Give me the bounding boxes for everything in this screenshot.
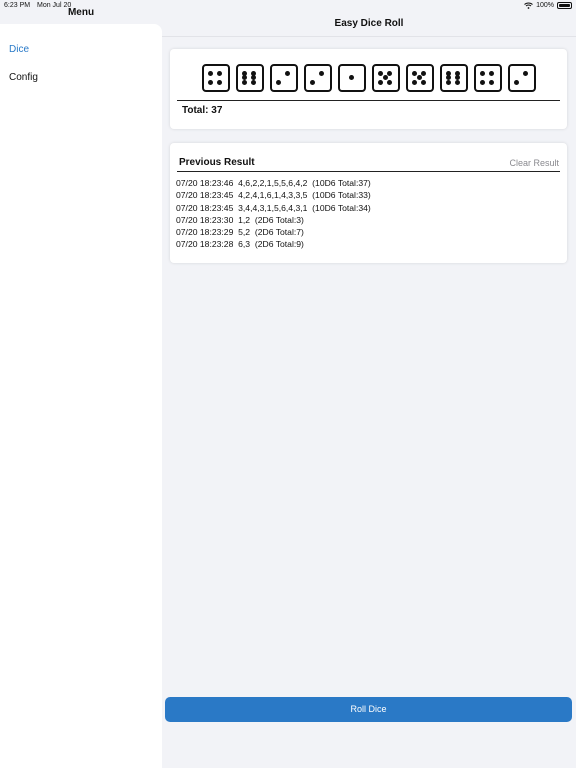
die-pip [412, 79, 417, 85]
sidebar: Menu Dice Config [0, 7, 162, 768]
die-pip [217, 79, 222, 85]
die-pip [208, 79, 213, 85]
die-pip [489, 70, 494, 76]
die-pip [446, 79, 451, 85]
battery-icon [557, 2, 572, 9]
sidebar-title: Menu [67, 7, 95, 18]
dice-card: Total: 37 [170, 49, 567, 129]
dice-row [170, 64, 567, 92]
die-pip [421, 70, 426, 76]
die-pip [387, 79, 392, 85]
battery-percent: 100% [536, 2, 554, 9]
die-pip [514, 79, 519, 85]
wifi-icon [524, 2, 533, 9]
die-pip [480, 79, 485, 85]
die-icon [473, 64, 502, 92]
die-icon [439, 64, 468, 92]
die-pip [382, 75, 388, 80]
history-entry: 07/20 18:23:29 5,2 (2D6 Total:7) [176, 227, 304, 238]
die-pip [208, 70, 213, 76]
die-icon [201, 64, 230, 92]
history-list: 07/20 18:23:46 4,6,2,2,1,5,5,6,4,2 (10D6… [176, 177, 371, 251]
history-divider [177, 171, 560, 172]
roll-dice-button[interactable]: Roll Dice [165, 697, 572, 722]
die-pip [421, 79, 426, 85]
die-icon [507, 64, 536, 92]
page-title: Easy Dice Roll [334, 18, 404, 29]
die-pip [416, 75, 422, 80]
die-pip [310, 79, 315, 85]
total-label: Total: 37 [182, 105, 223, 116]
die-icon [405, 64, 434, 92]
history-entry: 07/20 18:23:30 1,2 (2D6 Total:3) [176, 214, 304, 225]
die-pip [276, 79, 281, 85]
die-pip [217, 70, 222, 76]
die-icon [269, 64, 298, 92]
die-pip [489, 79, 494, 85]
die-pip [480, 70, 485, 76]
status-right: 100% [524, 0, 572, 11]
history-title: Previous Result [179, 157, 255, 168]
history-entry: 07/20 18:23:46 4,6,2,2,1,5,5,6,4,2 (10D6… [176, 178, 371, 188]
die-icon [303, 64, 332, 92]
dice-divider [177, 100, 560, 101]
die-icon [235, 64, 264, 92]
die-pip [378, 79, 383, 85]
die-icon [337, 64, 366, 92]
history-entry: 07/20 18:23:28 6,3 (2D6 Total:9) [176, 239, 304, 250]
die-pip [378, 70, 383, 76]
die-pip [348, 75, 354, 80]
sidebar-item-label: Dice [9, 44, 30, 55]
die-pip [285, 70, 290, 76]
clear-result-button[interactable]: Clear Result [509, 157, 559, 169]
history-entry: 07/20 18:23:45 4,2,4,1,6,1,4,3,3,5 (10D6… [176, 190, 371, 201]
history-card: Previous Result Clear Result 07/20 18:23… [170, 143, 567, 263]
die-icon [371, 64, 400, 92]
sidebar-item-dice[interactable]: Dice [9, 44, 29, 56]
history-entry: 07/20 18:23:45 3,4,4,3,1,5,6,4,3,1 (10D6… [176, 202, 371, 213]
sidebar-item-config[interactable]: Config [9, 72, 38, 84]
sidebar-item-label: Config [9, 72, 38, 83]
die-pip [412, 70, 417, 76]
die-pip [523, 70, 528, 76]
die-pip [251, 79, 256, 85]
header-divider [162, 36, 576, 37]
die-pip [242, 79, 247, 85]
die-pip [387, 70, 392, 76]
die-pip [319, 70, 324, 76]
die-pip [455, 79, 460, 85]
